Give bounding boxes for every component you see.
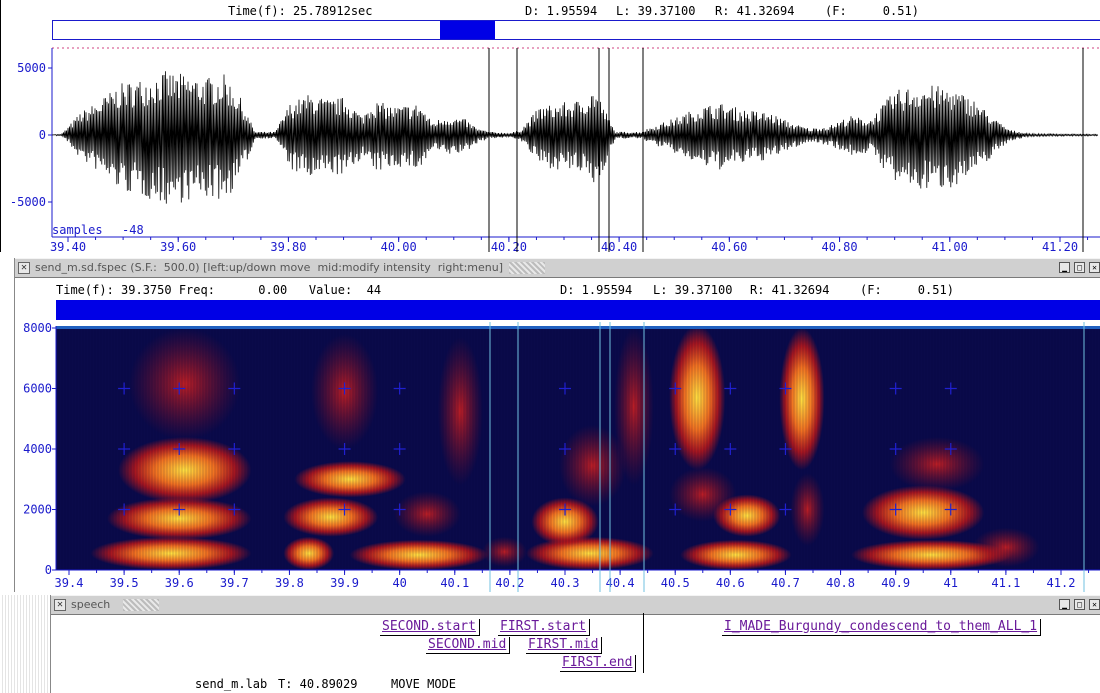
- window-close-icon[interactable]: ✕: [54, 599, 66, 611]
- close-icon[interactable]: ✕: [1089, 262, 1100, 273]
- titlebar-grip-icon: [123, 599, 159, 611]
- label-second-start[interactable]: SECOND.start: [380, 619, 480, 636]
- spectrogram-x-tick: 40.1: [440, 576, 469, 590]
- waveform-x-tick: 40.80: [821, 240, 857, 252]
- spectrogram-x-tick: 39.9: [330, 576, 359, 590]
- window-close-icon[interactable]: ✕: [18, 262, 30, 274]
- spectrogram-x-tick: 40.2: [495, 576, 524, 590]
- spectrogram-energy: [790, 473, 825, 546]
- close-icon[interactable]: ✕: [1089, 599, 1100, 610]
- waveform-plot[interactable]: 1000050000-5000-10000-1500039.4039.6039.…: [0, 44, 1100, 252]
- spectrogram-x-tick: 40: [392, 576, 406, 590]
- waveform-scrollbar[interactable]: [52, 20, 1100, 40]
- waveform-freq-readout: (F: 0.51): [825, 4, 919, 18]
- spectrogram-titlebar[interactable]: ✕ send_m.sd.fspec (S.F.: 500.0) [left:up…: [15, 258, 1100, 278]
- waveform-x-tick: 41.00: [932, 240, 968, 252]
- spectrogram-x-tick: 40.8: [826, 576, 855, 590]
- spectrogram-scrollbar[interactable]: [56, 300, 1100, 320]
- speech-title: speech: [71, 598, 111, 611]
- minimize-icon[interactable]: ▁: [1059, 262, 1070, 273]
- minimize-icon[interactable]: ▁: [1059, 599, 1070, 610]
- waveform-y-tick: 0: [39, 128, 46, 142]
- spectrogram-x-tick: 39.8: [275, 576, 304, 590]
- spectrogram-left-readout: L: 39.37100: [653, 283, 733, 297]
- waveform-scroll-thumb[interactable]: [440, 21, 495, 39]
- label-first-mid[interactable]: FIRST.mid: [526, 637, 603, 654]
- spectrogram-freq-readout: (F: 0.51): [860, 283, 954, 297]
- spectrogram-energy: [889, 436, 985, 492]
- spectrogram-x-tick: 39.7: [220, 576, 249, 590]
- spectrogram-right-readout: R: 41.32694: [750, 283, 830, 297]
- spectrogram-x-tick: 39.5: [110, 576, 139, 590]
- waveform-y-tick: 5000: [17, 61, 46, 75]
- waveform-delta-readout: D: 1.95594: [525, 4, 598, 18]
- waveform-x-tick: 40.00: [381, 240, 417, 252]
- maximize-icon[interactable]: □: [1074, 262, 1085, 273]
- waveform-x-tick: 39.80: [270, 240, 306, 252]
- waveform-x-tick: 40.20: [491, 240, 527, 252]
- spectrogram-x-tick: 39.4: [55, 576, 84, 590]
- spectrogram-energy: [972, 527, 1040, 567]
- spectrogram-x-tick: 40.7: [771, 576, 800, 590]
- waveform-y-tick: -5000: [10, 195, 46, 209]
- waveform-right-readout: R: 41.32694: [715, 4, 795, 18]
- label-first-end[interactable]: FIRST.end: [560, 655, 637, 672]
- spectrogram-x-tick: 41.1: [991, 576, 1020, 590]
- waveform-x-tick: 40.60: [711, 240, 747, 252]
- label-second-mid[interactable]: SECOND.mid: [426, 637, 511, 654]
- spectrogram-delta-readout: D: 1.95594: [560, 283, 633, 297]
- spectrogram-energy: [669, 325, 726, 471]
- spectrogram-x-tick: 39.6: [165, 576, 194, 590]
- spectrogram-x-tick: 40.3: [551, 576, 580, 590]
- spectrogram-energy: [481, 536, 527, 567]
- speech-status-mode: MOVE MODE: [391, 677, 457, 691]
- waveform-panel[interactable]: Time(f): 25.78912sec D: 1.95594 L: 39.37…: [0, 0, 1100, 252]
- waveform-time-readout: Time(f): 25.78912sec: [228, 4, 373, 18]
- speech-status-time: T: 40.89029: [278, 677, 358, 691]
- titlebar-grip-icon: [509, 262, 545, 274]
- speech-titlebar[interactable]: ✕ speech ▁ □ ✕: [51, 595, 1100, 615]
- spectrogram-x-tick: 40.5: [661, 576, 690, 590]
- spectrogram-x-tick: 40.6: [716, 576, 745, 590]
- spectrogram-plot[interactable]: 8000 6000 4000 2000 039.4 39.5 39.6 39.7 39.8 39.…: [15, 322, 1100, 592]
- speech-status-file: send_m.lab: [195, 677, 268, 691]
- desktop-edge-pattern: [0, 595, 48, 693]
- spectrogram-window[interactable]: ✕ send_m.sd.fspec (S.F.: 500.0) [left:up…: [14, 258, 1100, 592]
- spectrogram-x-tick: 41: [944, 576, 958, 590]
- waveform-samples-label: samples: [52, 223, 103, 237]
- spectrogram-y-tick: 2000: [23, 503, 52, 517]
- label-first-start[interactable]: FIRST.start: [498, 619, 591, 636]
- spectrogram-y-tick: 4000: [23, 442, 52, 456]
- spectrogram-top-band: [56, 326, 1100, 329]
- maximize-icon[interactable]: □: [1074, 599, 1085, 610]
- waveform-samples-value: -48: [122, 223, 144, 237]
- spectrogram-y-tick: 8000: [23, 322, 52, 335]
- speech-window[interactable]: ✕ speech ▁ □ ✕ SECOND.start FIRST.start …: [50, 595, 1100, 693]
- waveform-x-tick: 39.60: [160, 240, 196, 252]
- waveform-x-tick: 40.40: [601, 240, 637, 252]
- waveform-left-readout: L: 39.37100: [616, 4, 696, 18]
- spectrogram-y-tick: 6000: [23, 382, 52, 396]
- label-utterance[interactable]: I_MADE_Burgundy_condescend_to_them_ALL_1: [722, 619, 1042, 636]
- spectrogram-energy: [680, 539, 792, 570]
- spectrogram-title: send_m.sd.fspec (S.F.: 500.0) [left:up/d…: [35, 261, 504, 274]
- spectrogram-x-tick: 40.9: [881, 576, 910, 590]
- spectrogram-time-readout: Time(f): 39.3750 Freq: 0.00 Value: 44: [56, 283, 382, 297]
- waveform-signal: [51, 71, 1099, 204]
- spectrogram-y-tick: 0: [45, 563, 52, 577]
- spectrogram-energy: [283, 497, 379, 537]
- speech-marker-line: [643, 613, 644, 673]
- waveform-x-tick: 39.40: [50, 240, 86, 252]
- spectrogram-x-tick: 41.2: [1047, 576, 1076, 590]
- waveform-x-tick: 41.20: [1042, 240, 1078, 252]
